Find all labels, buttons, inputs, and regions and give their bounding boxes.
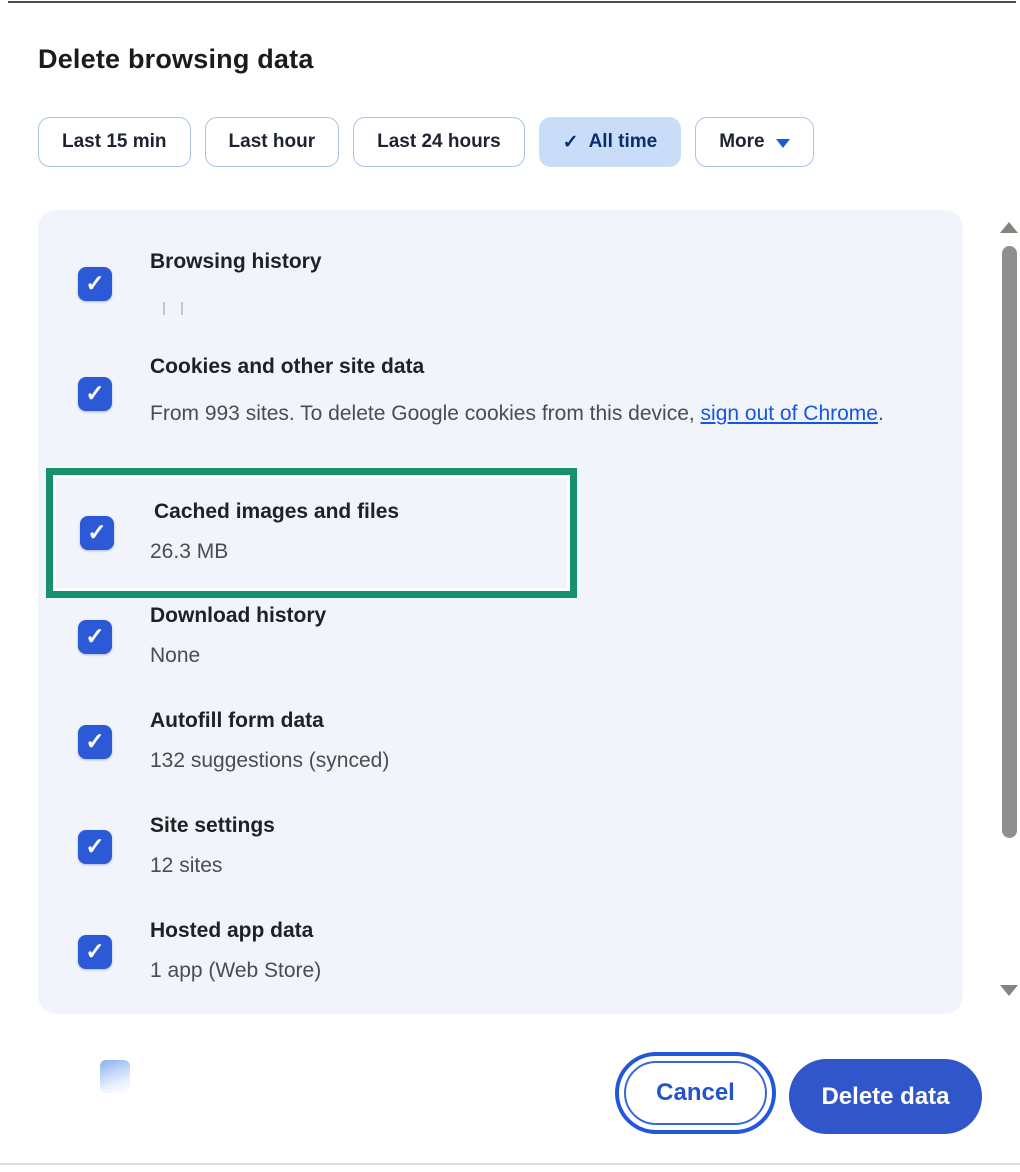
checkmark-icon: ✓	[85, 622, 105, 649]
page-title: Delete browsing data	[38, 44, 314, 74]
item-sublabel: 12 sites	[150, 854, 223, 877]
item-label: Cookies and other site data	[150, 355, 425, 378]
cookies-sub-period: .	[877, 402, 884, 425]
checkbox-browsing-history[interactable]: ✓	[78, 267, 112, 301]
delete-browsing-data-dialog: Delete browsing data Last 15 min Last ho…	[0, 0, 1020, 1172]
chip-label: All time	[588, 131, 658, 152]
cancel-button[interactable]: Cancel	[615, 1052, 776, 1134]
chip-all-time[interactable]: ✓ All time	[538, 117, 682, 167]
scrollbar-thumb[interactable]	[1002, 246, 1017, 838]
item-sublabel: From 993 sites. To delete Google cookies…	[150, 394, 895, 434]
chip-label: Last 15 min	[62, 131, 167, 152]
checkmark-icon: ✓	[85, 379, 105, 406]
checkmark-icon: ✓	[85, 727, 105, 754]
loading-placeholder	[181, 302, 183, 315]
chip-label: More	[719, 131, 765, 152]
chip-label: Last hour	[228, 131, 316, 152]
item-sublabel: 1 app (Web Store)	[150, 959, 322, 982]
scroll-down-icon[interactable]	[1000, 985, 1018, 996]
dialog-top-edge	[8, 1, 1016, 3]
checkmark-icon: ✓	[85, 937, 105, 964]
item-label: Cached images and files	[154, 500, 400, 523]
checkmark-icon: ✓	[85, 269, 105, 296]
checkbox-download-history[interactable]: ✓	[78, 620, 112, 654]
dialog-bottom-edge	[0, 1163, 1020, 1165]
time-range-chip-row: Last 15 min Last hour Last 24 hours ✓ Al…	[38, 117, 814, 167]
checkbox-autofill[interactable]: ✓	[78, 725, 112, 759]
sign-out-of-chrome-link[interactable]: sign out of Chrome	[701, 402, 878, 425]
chip-last-hour[interactable]: Last hour	[204, 117, 340, 167]
cookies-sub-text: From 993 sites. To delete Google cookies…	[150, 402, 701, 425]
chip-last-15-min[interactable]: Last 15 min	[38, 117, 191, 167]
chip-last-24-hours[interactable]: Last 24 hours	[353, 117, 525, 167]
item-sublabel: 26.3 MB	[150, 540, 229, 563]
item-label: Download history	[150, 604, 327, 627]
item-label: Site settings	[150, 814, 275, 837]
dropdown-arrow-icon	[775, 139, 790, 148]
chip-label: Last 24 hours	[377, 131, 501, 152]
item-label: Autofill form data	[150, 709, 324, 732]
checkbox-cached-images[interactable]: ✓	[80, 516, 114, 550]
checkmark-icon: ✓	[85, 832, 105, 859]
delete-data-button[interactable]: Delete data	[789, 1059, 982, 1134]
checkbox-partially-visible[interactable]	[100, 1060, 130, 1093]
checkmark-icon: ✓	[562, 131, 579, 153]
item-label: Browsing history	[150, 250, 322, 273]
checkbox-hosted-app-data[interactable]: ✓	[78, 935, 112, 969]
checkmark-icon: ✓	[87, 518, 107, 545]
checkbox-site-settings[interactable]: ✓	[78, 830, 112, 864]
checkbox-cookies[interactable]: ✓	[78, 377, 112, 411]
cancel-button-label: Cancel	[624, 1061, 767, 1125]
loading-placeholder	[163, 302, 165, 315]
chip-more[interactable]: More	[695, 117, 814, 167]
item-label: Hosted app data	[150, 919, 314, 942]
item-sublabel: 132 suggestions (synced)	[150, 749, 390, 772]
scroll-up-icon[interactable]	[1000, 222, 1018, 233]
item-sublabel: None	[150, 644, 201, 667]
